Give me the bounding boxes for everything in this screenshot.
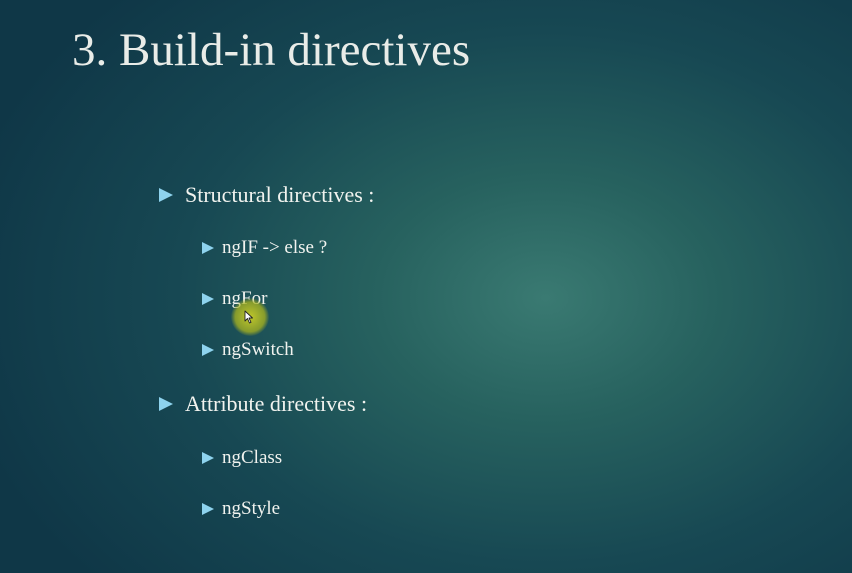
triangle-right-icon bbox=[202, 503, 214, 515]
sub-bullet-ngif: ngIF -> else ? bbox=[202, 236, 327, 260]
triangle-right-icon bbox=[159, 188, 173, 202]
triangle-right-icon bbox=[202, 344, 214, 356]
triangle-right-icon bbox=[202, 452, 214, 464]
mouse-pointer-icon bbox=[244, 310, 253, 324]
cursor-highlight bbox=[231, 298, 269, 336]
sub-bullet-label: ngIF -> else ? bbox=[222, 237, 328, 258]
sub-bullet-label: ngStyle bbox=[222, 498, 281, 519]
sub-bullet-ngstyle: ngStyle bbox=[202, 497, 280, 521]
bullet-structural-directives: Structural directives : bbox=[159, 181, 374, 209]
sub-bullet-ngswitch: ngSwitch bbox=[202, 338, 294, 362]
sub-bullet-label: ngSwitch bbox=[222, 339, 294, 360]
sub-bullet-ngclass: ngClass bbox=[202, 446, 282, 470]
presentation-slide: 3. Build-in directives Structural direct… bbox=[0, 0, 852, 573]
triangle-right-icon bbox=[202, 293, 214, 305]
triangle-right-icon bbox=[202, 242, 214, 254]
bullet-attribute-directives: Attribute directives : bbox=[159, 390, 367, 418]
bullet-label: Structural directives : bbox=[185, 182, 375, 207]
bullet-label: Attribute directives : bbox=[185, 391, 368, 416]
slide-title: 3. Build-in directives bbox=[72, 24, 471, 76]
triangle-right-icon bbox=[159, 397, 173, 411]
sub-bullet-label: ngClass bbox=[222, 447, 283, 468]
